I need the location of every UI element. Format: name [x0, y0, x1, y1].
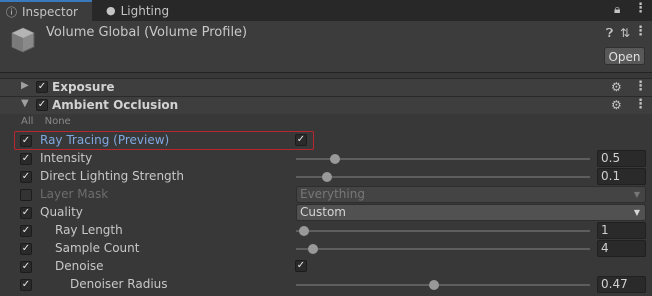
property-row-intensity: ✓ Intensity 0.5 — [0, 150, 652, 168]
quality-value: Custom — [300, 205, 346, 219]
property-row-sample-count: ✓ Sample Count 4 — [0, 240, 652, 258]
denoise-value-checkbox[interactable]: ✓ — [295, 260, 307, 272]
property-row-quality: ✓ Quality Custom ▼ — [0, 204, 652, 222]
override-checkbox-layer-mask[interactable] — [20, 189, 32, 201]
property-label-denoiser-radius: Denoiser Radius — [70, 277, 168, 291]
tab-bar: ⓘ Inspector ● Lighting 🔒︎ ⋮ — [0, 0, 652, 22]
denoiser-radius-slider-thumb[interactable] — [429, 280, 439, 290]
override-checkbox-ray-length[interactable]: ✓ — [20, 225, 32, 237]
sample-count-slider-thumb[interactable] — [308, 244, 318, 254]
volume-profile-cube-icon — [11, 27, 35, 53]
property-label-denoise: Denoise — [55, 259, 104, 273]
intensity-slider-thumb[interactable] — [330, 154, 340, 164]
component-ambient-occlusion-header[interactable]: ▼ ✓ Ambient Occlusion ⚙ ⋮ — [0, 96, 652, 114]
property-row-layer-mask: Layer Mask Everything ▼ — [0, 186, 652, 204]
intensity-value-field[interactable]: 0.5 — [597, 150, 646, 167]
exposure-enabled-checkbox[interactable]: ✓ — [36, 81, 48, 93]
header-kebab-icon[interactable]: ⋮ — [634, 24, 647, 39]
override-checkbox-denoise[interactable]: ✓ — [20, 261, 32, 273]
component-ambient-occlusion-label: Ambient Occlusion — [52, 98, 179, 112]
sample-count-slider-track[interactable] — [296, 248, 590, 250]
help-icon[interactable]: ❓︎ — [606, 26, 613, 41]
sample-count-value-field[interactable]: 4 — [597, 240, 646, 257]
all-toggle-link[interactable]: All — [21, 116, 33, 127]
presets-sliders-icon[interactable]: ⇅ — [620, 26, 630, 40]
ray-length-slider-thumb[interactable] — [299, 226, 309, 236]
property-label-intensity: Intensity — [40, 151, 93, 165]
property-label-direct-lighting-strength: Direct Lighting Strength — [40, 169, 184, 183]
component-kebab-icon[interactable]: ⋮ — [634, 97, 647, 112]
tab-menu-kebab-icon[interactable]: ⋮ — [634, 1, 647, 16]
asset-title: Volume Global (Volume Profile) — [46, 25, 248, 40]
override-checkbox-direct-lighting-strength[interactable]: ✓ — [20, 171, 32, 183]
dropdown-arrow-icon: ▼ — [633, 208, 640, 217]
denoiser-radius-slider-track[interactable] — [296, 284, 590, 286]
dropdown-arrow-icon: ▼ — [633, 190, 640, 199]
property-row-denoise: ✓ Denoise ✓ — [0, 258, 652, 276]
override-toggle-links: All None — [21, 116, 79, 127]
override-checkbox-ray-tracing[interactable]: ✓ — [20, 135, 32, 147]
direct-lighting-slider-thumb[interactable] — [322, 172, 332, 182]
property-label-layer-mask: Layer Mask — [40, 187, 109, 201]
foldout-collapsed-icon[interactable]: ▶ — [21, 80, 29, 91]
layer-mask-value: Everything — [300, 187, 365, 201]
property-label-ray-tracing: Ray Tracing (Preview) — [40, 133, 170, 147]
lightbulb-icon: ● — [106, 4, 116, 17]
property-row-ray-tracing: ✓ Ray Tracing (Preview) ✓ — [0, 132, 652, 150]
quality-dropdown[interactable]: Custom ▼ — [296, 204, 646, 221]
component-exposure-label: Exposure — [52, 80, 115, 94]
override-checkbox-sample-count[interactable]: ✓ — [20, 243, 32, 255]
tab-inspector-label: Inspector — [22, 4, 78, 19]
property-row-ray-length: ✓ Ray Length 1 — [0, 222, 652, 240]
intensity-slider-track[interactable] — [296, 158, 590, 160]
property-label-ray-length: Ray Length — [55, 223, 123, 237]
property-row-denoiser-radius: ✓ Denoiser Radius 0.47 — [0, 276, 652, 294]
foldout-expanded-icon[interactable]: ▼ — [21, 98, 29, 109]
component-kebab-icon[interactable]: ⋮ — [634, 79, 647, 94]
tab-inspector[interactable]: ⓘ Inspector — [0, 0, 92, 21]
ray-length-slider-track[interactable] — [296, 230, 590, 232]
property-label-quality: Quality — [40, 205, 83, 219]
direct-lighting-slider-track[interactable] — [296, 176, 590, 178]
property-row-direct-lighting-strength: ✓ Direct Lighting Strength 0.1 — [0, 168, 652, 186]
override-checkbox-intensity[interactable]: ✓ — [20, 153, 32, 165]
settings-gear-icon[interactable]: ⚙ — [611, 98, 622, 112]
ray-length-value-field[interactable]: 1 — [597, 222, 646, 239]
lock-icon[interactable]: 🔒︎ — [614, 2, 620, 17]
tab-lighting[interactable]: ● Lighting — [100, 0, 169, 21]
override-checkbox-denoiser-radius[interactable]: ✓ — [20, 279, 32, 291]
tab-lighting-label: Lighting — [120, 3, 170, 18]
property-label-sample-count: Sample Count — [55, 241, 140, 255]
override-checkbox-quality[interactable]: ✓ — [20, 207, 32, 219]
settings-gear-icon[interactable]: ⚙ — [611, 80, 622, 94]
component-exposure-header[interactable]: ▶ ✓ Exposure ⚙ ⋮ — [0, 78, 652, 96]
layer-mask-dropdown: Everything ▼ — [296, 186, 646, 203]
info-icon: ⓘ — [6, 5, 17, 19]
none-toggle-link[interactable]: None — [45, 116, 71, 127]
ambient-occlusion-enabled-checkbox[interactable]: ✓ — [36, 99, 48, 111]
denoiser-radius-value-field[interactable]: 0.47 — [597, 276, 646, 293]
open-button[interactable]: Open — [604, 47, 645, 65]
ray-tracing-value-checkbox[interactable]: ✓ — [295, 134, 307, 146]
direct-lighting-value-field[interactable]: 0.1 — [597, 168, 646, 185]
